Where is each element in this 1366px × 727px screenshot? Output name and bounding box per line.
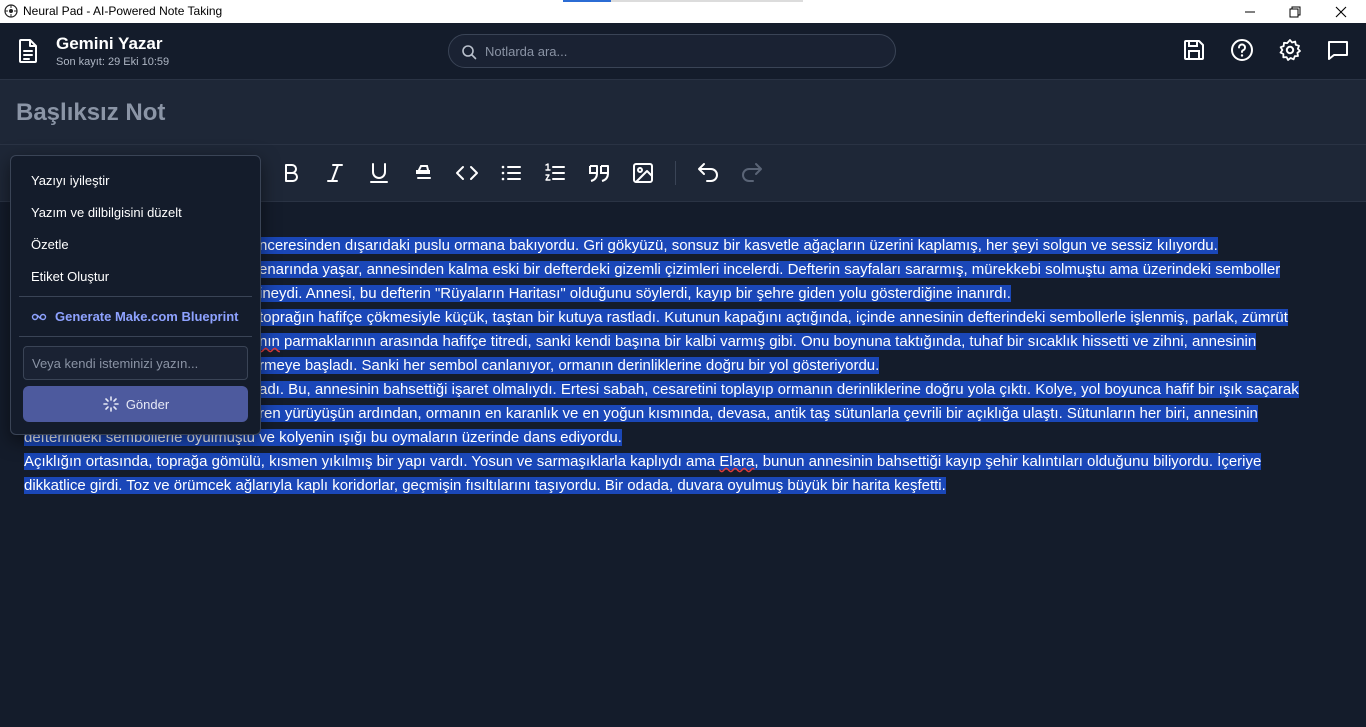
text-line: dikkatlice girdi. Toz ve örümcek ağlarıy… [24,477,946,494]
minimize-icon [1245,11,1255,12]
text-line: toprağın hafifçe çökmesiyle küçük, taşta… [259,309,1288,326]
image-icon [633,163,653,183]
bold-button[interactable] [278,160,304,186]
app-header: Gemini Yazar Son kayıt: 29 Eki 10:59 [0,23,1366,80]
bullet-list-icon [501,165,521,181]
search-box[interactable] [448,34,896,68]
search-icon [462,45,477,60]
window-titlebar: Neural Pad - AI-Powered Note Taking [0,0,1366,23]
generate-blueprint-option[interactable]: Generate Make.com Blueprint [31,309,239,324]
highlight-icon [416,165,431,179]
text-line: rmeye başladı. Sanki her sembol canlanıy… [259,357,880,374]
numbered-list-icon [545,163,565,181]
message-icon [1328,41,1348,60]
search-input[interactable] [485,35,885,67]
text-line: , bunun annesinin bahsettiği kayıp şehir… [754,453,1262,470]
undo-button[interactable] [695,160,721,186]
blueprint-icon [31,313,47,320]
app-logo-icon [4,4,18,18]
document-icon [19,39,37,63]
italic-icon [327,164,343,182]
underline-button[interactable] [366,160,392,186]
text-line: ineydi. Annesi, bu defterin "Rüyaların H… [259,285,1011,302]
custom-prompt-input[interactable] [23,346,248,380]
italic-button[interactable] [322,160,348,186]
note-title[interactable]: Başlıksız Not [16,99,165,127]
fix-grammar-option[interactable]: Yazım ve dilbilgisini düzelt [31,205,182,220]
bold-icon [285,164,298,182]
ai-assistant-menu: Yazıyı iyileştir Yazım ve dilbilgisini d… [10,155,261,435]
create-tags-option[interactable]: Etiket Oluştur [31,269,109,284]
code-icon [456,166,478,180]
save-icon [1184,40,1204,60]
send-label: Gönder [125,396,170,412]
blueprint-label: Generate Make.com Blueprint [55,309,239,324]
help-button[interactable] [1229,37,1255,63]
gear-icon [1279,39,1301,61]
restore-icon [1289,6,1301,17]
feedback-button[interactable] [1325,37,1351,63]
settings-button[interactable] [1277,37,1303,63]
misspelled-word[interactable]: Elara [719,453,754,470]
text-line: Açıklığın ortasında, toprağa gömülü, kıs… [24,453,720,470]
text-line: ren yürüyüşün ardından, ormanın en karan… [259,405,1258,422]
note-title-bar: Başlıksız Not [0,80,1366,145]
improve-writing-option[interactable]: Yazıyı iyileştir [31,173,110,188]
bullet-list-button[interactable] [498,160,524,186]
app-name: Gemini Yazar [56,34,163,53]
text-line: parmaklarının arasında hafifçe titredi, … [279,333,1257,350]
window-tab-track [611,0,803,2]
quote-icon [589,165,609,182]
underline-icon [370,163,388,183]
highlight-button[interactable] [410,160,436,186]
image-button[interactable] [630,160,656,186]
sparkle-icon [103,396,119,412]
code-button[interactable] [454,160,480,186]
quote-button[interactable] [586,160,612,186]
numbered-list-button[interactable] [542,160,568,186]
restore-button[interactable] [1272,0,1318,23]
redo-button[interactable] [739,160,765,186]
summarize-option[interactable]: Özetle [31,237,69,252]
window-tab-indicator [563,0,611,2]
text-line: adı. Bu, annesinin bahsettiği işaret olm… [259,381,1299,398]
help-icon [1231,39,1253,61]
menu-divider [19,336,252,337]
redo-icon [742,163,762,182]
close-icon [1335,6,1347,17]
toolbar-divider [675,161,676,185]
last-saved-label: Son kayıt: 29 Eki 10:59 [56,56,170,68]
undo-icon [698,163,718,182]
text-line: enarında yaşar, annesinden kalma eski bi… [259,261,1281,278]
misspelled-word[interactable]: nın [259,333,280,350]
text-line: nceresinden dışarıdaki puslu ormana bakı… [259,237,1218,254]
menu-divider [19,296,252,297]
save-button[interactable] [1181,37,1207,63]
minimize-button[interactable] [1227,0,1273,23]
close-window-button[interactable] [1318,0,1364,23]
send-button[interactable]: Gönder [23,386,248,422]
window-title: Neural Pad - AI-Powered Note Taking [23,4,223,18]
